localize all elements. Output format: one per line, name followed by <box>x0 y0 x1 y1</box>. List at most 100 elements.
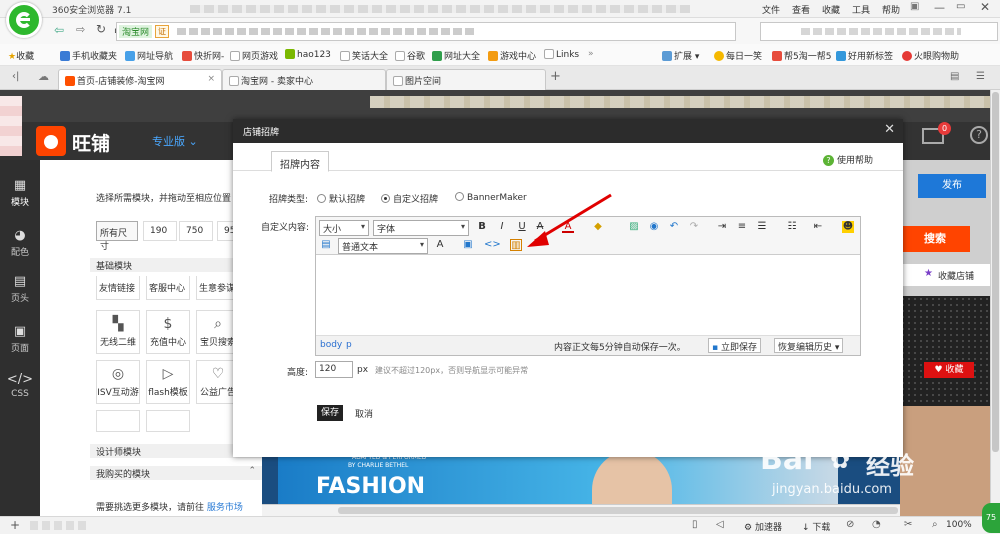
radio-default-sign[interactable]: 默认招牌 <box>317 192 365 205</box>
address-input[interactable]: 淘宝网 证 <box>116 22 736 41</box>
horizontal-scrollbar[interactable] <box>262 504 900 516</box>
tab-image-space[interactable]: 图片空间 <box>386 69 546 90</box>
restore-history-button[interactable]: 恢复编辑历史 ▾ <box>774 338 844 353</box>
module-qrcode[interactable]: ▚ 无线二维 <box>96 310 140 354</box>
zoom-icon[interactable]: ⌕ <box>932 519 938 530</box>
redo-icon[interactable]: ↷ <box>688 221 700 233</box>
publish-button[interactable]: 发布 <box>918 174 986 198</box>
sidebar-item-page[interactable]: ▣ 页面 <box>0 324 40 354</box>
bookmark-google[interactable]: 谷歌 <box>395 49 425 62</box>
skin-icon[interactable]: ▣ <box>910 1 919 12</box>
bookmark-gamecenter[interactable]: 游戏中心 <box>488 49 536 62</box>
tab-seller-center[interactable]: 淘宝网 - 卖家中心 <box>222 69 386 90</box>
bang5tao-button[interactable]: 帮5淘一帮5 <box>772 49 831 62</box>
align-icon[interactable]: ≡ <box>736 221 748 233</box>
clear-icon[interactable]: ⊘ <box>846 519 854 530</box>
zoom-level[interactable]: 100% <box>946 520 972 530</box>
module-flash[interactable]: ▷ flash模板 <box>146 360 190 404</box>
shopping-helper-button[interactable]: 火眼购物助 <box>902 49 959 62</box>
width-filter-190[interactable]: 190 <box>143 221 177 241</box>
more-bookmarks-icon[interactable]: » <box>588 49 594 59</box>
image-icon[interactable]: ▨ <box>628 221 640 233</box>
tab-sign-content[interactable]: 招牌内容 <box>271 151 329 172</box>
bookmark-sites[interactable]: 网址大全 <box>432 49 480 62</box>
tab-shop-decor[interactable]: 首页-店铺装修-淘宝网 × <box>58 69 222 90</box>
new-tab-plus-icon[interactable]: + <box>550 69 561 84</box>
download-button[interactable]: ↓ 下载 <box>802 520 830 533</box>
sidebar-item-css[interactable]: </> CSS <box>0 372 40 399</box>
radio-bannermaker[interactable]: BannerMaker <box>455 192 527 203</box>
collapse-icon[interactable]: ⌃ <box>248 466 256 476</box>
numbered-list-icon[interactable]: ☷ <box>786 221 798 233</box>
bookmark-mobile[interactable]: 手机收藏夹 <box>60 49 117 62</box>
insert-media-icon[interactable]: ▣ <box>462 239 474 251</box>
paragraph-icon[interactable]: ▤ <box>320 239 332 251</box>
italic-icon[interactable]: I <box>496 221 508 233</box>
paragraph-format-select[interactable]: 普通文本 ▾ <box>338 238 428 254</box>
insert-html-icon[interactable]: ▥ <box>510 239 522 251</box>
sidebar-item-header[interactable]: ▤ 页头 <box>0 274 40 304</box>
refresh-icon[interactable]: ↻ <box>96 22 106 36</box>
vertical-scrollbar[interactable] <box>990 90 1000 516</box>
purchased-modules-header[interactable]: 我购买的模块 ⌃ <box>90 466 262 480</box>
save-now-button[interactable]: ▪ 立即保存 <box>708 338 761 353</box>
extensions-button[interactable]: 扩展 ▾ <box>662 49 699 62</box>
bookmark-nav[interactable]: 网址导航 <box>125 49 173 62</box>
width-filter-all[interactable]: 所有尺寸 <box>96 221 138 252</box>
bookmark-links[interactable]: Links <box>544 49 579 60</box>
search-button[interactable]: 搜索 <box>900 226 970 252</box>
path-body[interactable]: body <box>320 340 342 350</box>
tab-nav-left-icon[interactable]: ‹| <box>12 71 19 82</box>
height-input[interactable]: 120 <box>315 361 353 378</box>
outdent-icon[interactable]: ⇤ <box>812 221 824 233</box>
close-tab-icon[interactable]: × <box>207 74 215 84</box>
menu-tools[interactable]: 工具 <box>852 3 870 16</box>
add-icon[interactable]: + <box>10 518 20 532</box>
clear-format-icon[interactable]: A <box>434 239 446 251</box>
close-window-icon[interactable]: ✕ <box>980 0 990 14</box>
screenshot-icon[interactable]: ✂ <box>904 519 912 530</box>
radio-default[interactable] <box>317 194 326 203</box>
bookmark-games[interactable]: 网页游戏 <box>230 49 278 62</box>
dialog-save-button[interactable]: 保存 <box>317 405 343 421</box>
module-placeholder-1[interactable] <box>96 410 140 432</box>
radio-banner[interactable] <box>455 192 464 201</box>
bookmark-kuaizhe[interactable]: 快折网- <box>182 49 224 62</box>
bookmark-favorites[interactable]: ★收藏 <box>8 49 34 62</box>
module-friend-links[interactable]: 友情链接 <box>96 276 140 300</box>
emoticon-icon[interactable]: ☻ <box>842 221 854 233</box>
link-icon[interactable]: ◉ <box>648 221 660 233</box>
search-box[interactable] <box>760 22 998 41</box>
menu-file[interactable]: 文件 <box>762 3 780 16</box>
menu-help[interactable]: 帮助 <box>882 3 900 16</box>
radio-custom-sign[interactable]: 自定义招牌 <box>381 192 438 205</box>
phone-icon[interactable]: ▯ <box>692 519 698 530</box>
module-service-center[interactable]: 客服中心 <box>146 276 190 300</box>
module-placeholder-2[interactable] <box>146 410 190 432</box>
bold-icon[interactable]: B <box>476 221 488 233</box>
new-tab-button[interactable]: 好用新标签 <box>836 49 893 62</box>
bookmark-hao123[interactable]: hao123 <box>285 49 331 60</box>
editor-content-area[interactable] <box>316 255 860 335</box>
undo-icon[interactable]: ↶ <box>668 221 680 233</box>
speed-badge[interactable]: 75 <box>982 503 1000 533</box>
scrollbar-thumb[interactable] <box>338 507 898 514</box>
maximize-icon[interactable]: ▭ <box>956 1 965 12</box>
font-family-select[interactable]: 字体 ▾ <box>373 220 469 236</box>
source-code-icon[interactable]: <> <box>484 239 501 251</box>
path-p[interactable]: p <box>346 340 352 350</box>
dialog-cancel-button[interactable]: 取消 <box>355 407 373 420</box>
indent-icon[interactable]: ⇥ <box>716 221 728 233</box>
sidebar-item-colors[interactable]: ◕ 配色 <box>0 228 40 258</box>
font-size-select[interactable]: 大小 ▾ <box>319 220 369 236</box>
forward-icon[interactable]: ⇨ <box>76 23 85 36</box>
sidebar-item-modules[interactable]: ▦ 模块 <box>0 178 40 208</box>
width-filter-750[interactable]: 750 <box>179 221 213 241</box>
accelerator-button[interactable]: ⚙ 加速器 <box>744 520 782 533</box>
module-isv-game[interactable]: ◎ ISV互动游 <box>96 360 140 404</box>
help-icon[interactable]: ? <box>970 126 988 144</box>
collect-button[interactable]: ♥ 收藏 <box>924 362 974 378</box>
snapshot-icon[interactable]: ◔ <box>872 519 881 530</box>
edition-dropdown[interactable]: 专业版 ⌄ <box>152 133 198 149</box>
help-link[interactable]: ? 使用帮助 <box>823 153 873 166</box>
